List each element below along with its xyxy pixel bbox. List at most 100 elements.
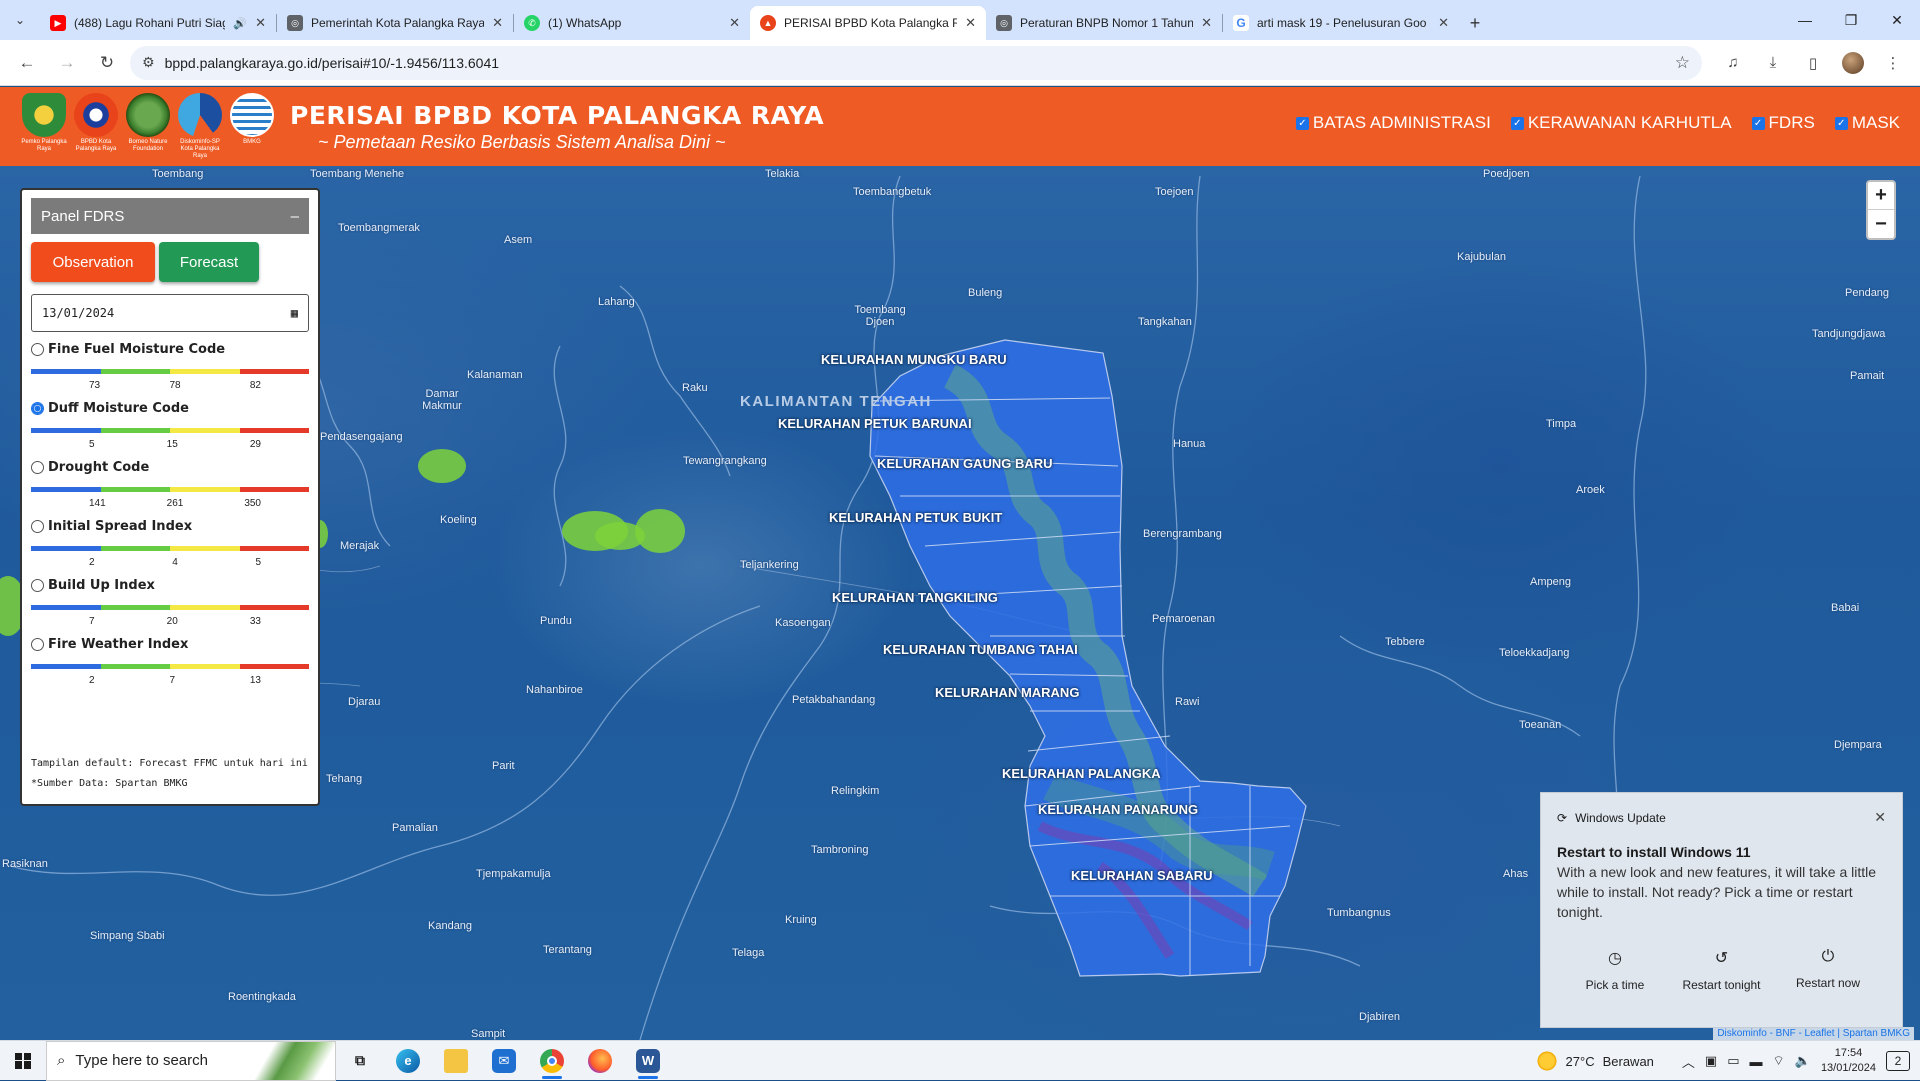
clock[interactable]: 17:54 13/01/2024 — [1821, 1046, 1876, 1076]
close-tab-icon[interactable]: ✕ — [255, 15, 266, 31]
radio-icon[interactable] — [31, 343, 44, 356]
fdrs-index-option[interactable]: Fine Fuel Moisture Code 73 78 82 — [31, 342, 309, 391]
checkbox-checked-icon[interactable]: ✓ — [1751, 116, 1765, 130]
kelurahan-label[interactable]: KELURAHAN PETUK BARUNAI — [778, 416, 972, 431]
forecast-button[interactable]: Forecast — [159, 242, 259, 282]
index-radio-row[interactable]: Fire Weather Index — [31, 637, 309, 652]
taskbar-firefox[interactable] — [576, 1041, 624, 1081]
side-panel-icon[interactable]: ▯ — [1796, 46, 1830, 80]
kelurahan-label[interactable]: KELURAHAN PETUK BUKIT — [829, 510, 1002, 525]
address-bar[interactable]: ⚙ bppd.palangkaraya.go.id/perisai#10/-1.… — [130, 45, 1702, 80]
kelurahan-label[interactable]: KELURAHAN SABARU — [1071, 868, 1213, 883]
close-tab-icon[interactable]: ✕ — [965, 15, 976, 31]
kelurahan-label[interactable]: KELURAHAN PANARUNG — [1038, 802, 1198, 817]
kelurahan-label[interactable]: KELURAHAN TANGKILING — [832, 590, 998, 605]
radio-selected-icon[interactable] — [31, 402, 44, 415]
tab-pemerintah[interactable]: ◎ Pemerintah Kota Palangka Raya ✕ — [277, 6, 513, 40]
close-tab-icon[interactable]: ✕ — [1201, 15, 1212, 31]
taskbar-search[interactable]: ⌕ Type here to search — [46, 1040, 336, 1081]
collapse-panel-button[interactable]: – — [291, 208, 299, 225]
calendar-icon[interactable]: ▦ — [291, 306, 298, 320]
place-label: Hanua — [1173, 438, 1206, 450]
kelurahan-label[interactable]: KELURAHAN PALANGKA — [1002, 766, 1161, 781]
tab-search-chevron-icon[interactable]: ⌄ — [0, 0, 40, 40]
close-toast-icon[interactable]: ✕ — [1874, 809, 1886, 826]
restart-tonight-button[interactable]: ↺ Restart tonight — [1672, 948, 1772, 992]
download-icon[interactable]: ⤓ — [1756, 46, 1790, 80]
notification-center-icon[interactable]: 2 — [1886, 1051, 1910, 1071]
zoom-out-button[interactable]: − — [1868, 210, 1894, 238]
taskbar-chrome[interactable] — [528, 1041, 576, 1081]
bookmark-star-icon[interactable]: ☆ — [1675, 53, 1690, 73]
tab-youtube[interactable]: ▶ (488) Lagu Rohani Putri Siag 🔊 ✕ — [40, 6, 276, 40]
place-label: Telaga — [732, 947, 765, 959]
place-label: Pendang — [1845, 287, 1890, 299]
layer-toggle-fdrs[interactable]: ✓ FDRS — [1751, 113, 1815, 133]
zoom-in-button[interactable]: + — [1868, 182, 1894, 210]
kelurahan-label[interactable]: KELURAHAN MUNGKU BARU — [821, 352, 1007, 367]
minimize-icon[interactable]: — — [1782, 0, 1828, 40]
tab-whatsapp[interactable]: ✆ (1) WhatsApp ✕ — [514, 6, 750, 40]
close-window-icon[interactable]: ✕ — [1874, 0, 1920, 40]
display-icon[interactable]: ▭ — [1727, 1053, 1739, 1069]
checkbox-checked-icon[interactable]: ✓ — [1510, 116, 1524, 130]
radio-icon[interactable] — [31, 638, 44, 651]
wifi-icon[interactable]: ⌔ — [1773, 1053, 1785, 1069]
reload-icon[interactable]: ↻ — [90, 46, 124, 80]
index-radio-row[interactable]: Duff Moisture Code — [31, 401, 309, 416]
layer-toggle-mask[interactable]: ✓ MASK — [1834, 113, 1900, 133]
close-tab-icon[interactable]: ✕ — [492, 15, 503, 31]
index-radio-row[interactable]: Fine Fuel Moisture Code — [31, 342, 309, 357]
new-tab-button[interactable]: + — [1459, 6, 1491, 40]
radio-icon[interactable] — [31, 461, 44, 474]
tab-peraturan-bnpb[interactable]: ◎ Peraturan BNPB Nomor 1 Tahun ✕ — [986, 6, 1222, 40]
index-radio-row[interactable]: Drought Code — [31, 460, 309, 475]
observation-button[interactable]: Observation — [31, 242, 155, 282]
fdrs-index-option[interactable]: Initial Spread Index 2 4 5 — [31, 519, 309, 568]
layer-toggle-kerawanan-karhutla[interactable]: ✓ KERAWANAN KARHUTLA — [1510, 113, 1732, 133]
kebab-menu-icon[interactable]: ⋮ — [1876, 46, 1910, 80]
taskbar-word[interactable]: W — [624, 1041, 672, 1081]
checkbox-checked-icon[interactable]: ✓ — [1295, 116, 1309, 130]
battery-icon[interactable]: ▬ — [1750, 1054, 1763, 1069]
volume-icon[interactable]: 🔈 — [1795, 1053, 1811, 1069]
start-button[interactable] — [0, 1041, 46, 1081]
show-hidden-icons-chevron[interactable]: ︿ — [1682, 1052, 1695, 1071]
pick-a-time-button[interactable]: ◷ Pick a time — [1565, 948, 1665, 992]
tab-google-search[interactable]: G arti mask 19 - Penelusuran Goo ✕ — [1223, 6, 1459, 40]
tab-perisai-active[interactable]: ▲ PERISAI BPBD Kota Palangka Ra ✕ — [750, 6, 986, 40]
index-radio-row[interactable]: Build Up Index — [31, 578, 309, 593]
kelurahan-label[interactable]: KELURAHAN MARANG — [935, 685, 1079, 700]
weather-widget[interactable]: 27°C Berawan — [1535, 1050, 1654, 1072]
forward-arrow-icon[interactable]: → — [50, 46, 84, 80]
fdrs-index-option[interactable]: Duff Moisture Code 5 15 29 — [31, 401, 309, 450]
camera-icon[interactable]: ▣ — [1705, 1053, 1717, 1069]
restore-icon[interactable]: ❐ — [1828, 0, 1874, 40]
date-input[interactable]: 13/01/2024 ▦ — [31, 294, 309, 332]
restart-now-button[interactable]: ⏻ Restart now — [1778, 948, 1878, 992]
fdrs-index-option[interactable]: Fire Weather Index 2 7 13 — [31, 637, 309, 686]
radio-icon[interactable] — [31, 520, 44, 533]
close-tab-icon[interactable]: ✕ — [729, 15, 740, 31]
kelurahan-label[interactable]: KELURAHAN GAUNG BARU — [877, 456, 1053, 471]
site-info-icon[interactable]: ⚙ — [142, 54, 155, 71]
fdrs-index-option[interactable]: Build Up Index 7 20 33 — [31, 578, 309, 627]
radio-icon[interactable] — [31, 579, 44, 592]
kelurahan-label[interactable]: KELURAHAN TUMBANG TAHAI — [883, 642, 1078, 657]
fdrs-index-option[interactable]: Drought Code 141 261 350 — [31, 460, 309, 509]
taskbar-mail[interactable]: ✉ — [480, 1041, 528, 1081]
url-text[interactable]: bppd.palangkaraya.go.id/perisai#10/-1.94… — [165, 55, 1665, 71]
profile-avatar[interactable] — [1836, 46, 1870, 80]
close-tab-icon[interactable]: ✕ — [1438, 15, 1449, 31]
index-radio-row[interactable]: Initial Spread Index — [31, 519, 309, 534]
back-arrow-icon[interactable]: ← — [10, 46, 44, 80]
taskbar-file-explorer[interactable] — [432, 1041, 480, 1081]
media-control-icon[interactable]: ♫ — [1716, 46, 1750, 80]
map-attribution[interactable]: Diskominfo - BNF - Leaflet | Spartan BMK… — [1713, 1027, 1914, 1040]
task-view-button[interactable]: ⧉ — [336, 1041, 384, 1081]
layer-toggle-batas-administrasi[interactable]: ✓ BATAS ADMINISTRASI — [1295, 113, 1491, 133]
place-label: Aroek — [1576, 484, 1605, 496]
speaker-icon[interactable]: 🔊 — [233, 17, 247, 30]
taskbar-edge[interactable]: e — [384, 1041, 432, 1081]
checkbox-checked-icon[interactable]: ✓ — [1834, 116, 1848, 130]
